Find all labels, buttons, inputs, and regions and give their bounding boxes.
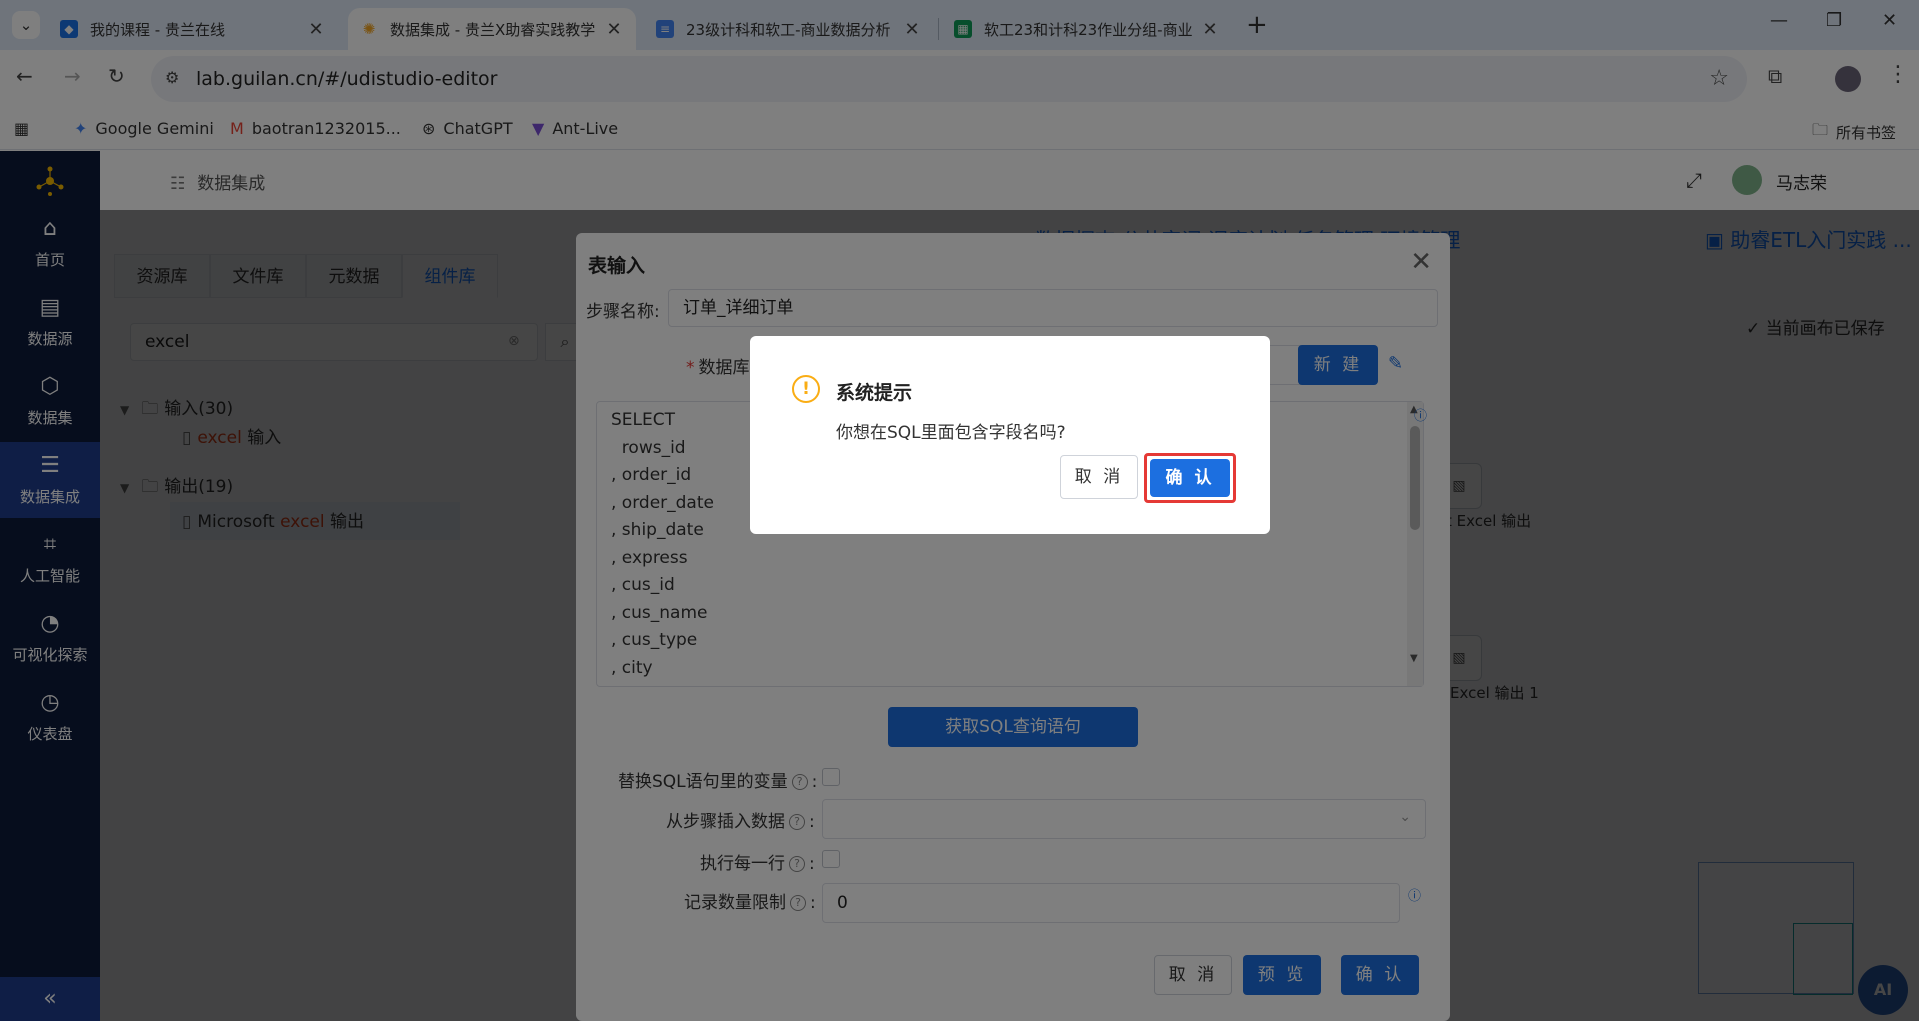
prompt-message: 你想在SQL里面包含字段名吗?	[836, 423, 1066, 443]
warning-icon: !	[792, 375, 820, 403]
prompt-cancel-button[interactable]: 取 消	[1060, 455, 1138, 499]
prompt-title: 系统提示	[836, 382, 913, 404]
prompt-confirm-button[interactable]: 确 认	[1150, 459, 1230, 497]
system-prompt-dialog: ! 系统提示 你想在SQL里面包含字段名吗? 取 消 确 认	[750, 336, 1270, 534]
